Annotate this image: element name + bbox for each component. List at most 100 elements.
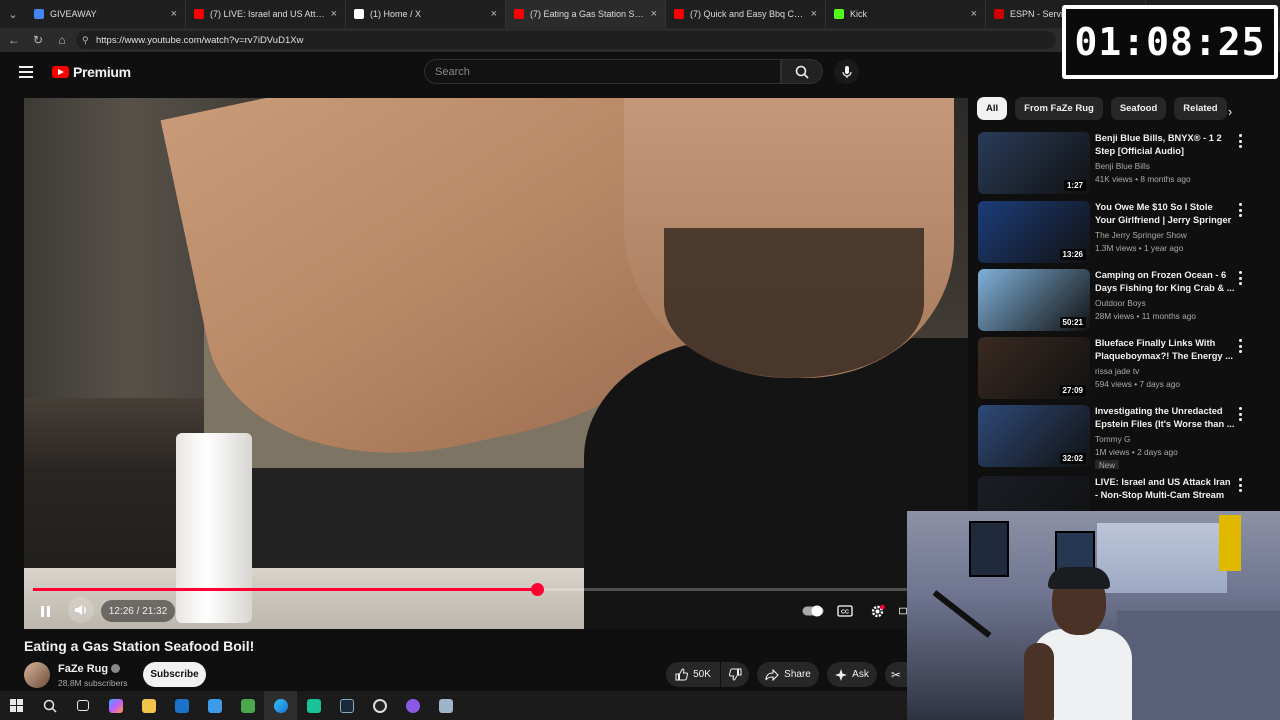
voice-search-button[interactable]	[834, 59, 859, 84]
recommended-video[interactable]: 50:21 Camping on Frozen Ocean - 6 Days Fi…	[978, 269, 1278, 333]
video-thumbnail[interactable]	[978, 476, 1090, 511]
tab-close-icon[interactable]: ×	[331, 8, 337, 20]
taskbar-app-edge[interactable]	[264, 691, 297, 720]
youtube-logo[interactable]: Premium	[52, 64, 131, 80]
tab-close-icon[interactable]: ×	[491, 8, 497, 20]
taskbar-search-button[interactable]	[33, 691, 66, 720]
start-button[interactable]	[0, 691, 33, 720]
browser-tab[interactable]: (1) Home / X ×	[346, 0, 506, 28]
browser-tab[interactable]: (7) LIVE: Israel and US Attack Iran ×	[186, 0, 346, 28]
volume-button[interactable]	[68, 597, 94, 623]
taskbar-app-chat[interactable]	[297, 691, 330, 720]
recommended-video[interactable]: 13:26 You Owe Me $10 So I Stole Your Girl…	[978, 201, 1278, 265]
filter-chip[interactable]: All	[977, 97, 1008, 120]
tab-close-icon[interactable]: ×	[651, 8, 657, 20]
subscribe-button[interactable]: Subscribe	[143, 662, 206, 687]
more-actions-icon[interactable]	[1236, 407, 1244, 421]
video-frame-lower-cabinets	[184, 468, 644, 578]
autoplay-toggle[interactable]	[801, 600, 825, 622]
tab-favicon-icon	[514, 9, 524, 19]
sparkle-icon	[835, 668, 848, 681]
notepad-icon	[438, 698, 453, 713]
chevron-right-icon[interactable]: ›	[1222, 104, 1238, 120]
more-actions-icon[interactable]	[1236, 203, 1244, 217]
video-channel[interactable]: Outdoor Boys	[1095, 298, 1146, 308]
more-actions-icon[interactable]	[1236, 339, 1244, 353]
video-title[interactable]: Camping on Frozen Ocean - 6 Days Fishing…	[1095, 269, 1235, 295]
tab-close-icon[interactable]: ×	[171, 8, 177, 20]
more-actions-icon[interactable]	[1236, 134, 1244, 148]
video-thumbnail[interactable]: 1:27	[978, 132, 1090, 194]
windows-icon	[10, 699, 23, 712]
search-button[interactable]	[781, 59, 823, 84]
browser-tab[interactable]: (7) Eating a Gas Station Seafo ×	[506, 0, 666, 28]
gear-icon	[871, 604, 885, 617]
settings-button[interactable]	[866, 600, 888, 622]
taskbar-app-store[interactable]	[198, 691, 231, 720]
miniplayer-button[interactable]	[899, 600, 907, 622]
video-title[interactable]: Benji Blue Bills, BNYX® - 1 2 Step [Offi…	[1095, 132, 1235, 158]
tab-list-chevron-icon[interactable]: ⌄	[0, 0, 26, 28]
captions-button[interactable]: CC	[834, 600, 856, 622]
tab-close-icon[interactable]: ×	[811, 8, 817, 20]
folder-icon	[141, 698, 156, 713]
pause-button[interactable]	[34, 600, 56, 622]
more-actions-icon[interactable]	[1236, 271, 1244, 285]
video-title[interactable]: LIVE: Israel and US Attack Iran - Non-St…	[1095, 476, 1235, 502]
video-meta: 41K views • 8 months ago	[1095, 174, 1191, 184]
video-player[interactable]	[24, 98, 968, 629]
video-channel[interactable]: Tommy G	[1095, 434, 1131, 444]
recommended-video[interactable]: 27:09 Blueface Finally Links With Plaqueb…	[978, 337, 1278, 401]
taskbar-app-obs[interactable]	[363, 691, 396, 720]
taskbar-app-xbox[interactable]	[231, 691, 264, 720]
browser-tab[interactable]: (7) Quick and Easy Bbq Crabs on ×	[666, 0, 826, 28]
video-thumbnail[interactable]: 32:02	[978, 405, 1090, 467]
video-title[interactable]: Blueface Finally Links With Plaqueboymax…	[1095, 337, 1235, 363]
ask-button[interactable]: Ask	[827, 662, 877, 687]
site-info-icon[interactable]: ⚲	[82, 35, 89, 46]
video-thumbnail[interactable]: 27:09	[978, 337, 1090, 399]
menu-icon[interactable]	[19, 66, 33, 78]
browser-tab[interactable]: GIVEAWAY ×	[26, 0, 186, 28]
taskbar-app-file-explorer[interactable]	[132, 691, 165, 720]
taskbar-app-outlook[interactable]	[165, 691, 198, 720]
taskbar-app-notepad[interactable]	[429, 691, 462, 720]
video-channel[interactable]: The Jerry Springer Show	[1095, 230, 1187, 240]
taskbar-app-copilot[interactable]	[99, 691, 132, 720]
video-channel[interactable]: Benji Blue Bills	[1095, 161, 1150, 171]
recommended-video[interactable]: 32:02 Investigating the Unredacted Epstei…	[978, 405, 1278, 469]
video-thumbnail[interactable]: 50:21	[978, 269, 1090, 331]
video-channel[interactable]: rissa jade tv	[1095, 366, 1139, 376]
search-input[interactable]: Search	[424, 59, 781, 84]
browser-tab[interactable]: Kick ×	[826, 0, 986, 28]
tab-close-icon[interactable]: ×	[971, 8, 977, 20]
channel-avatar[interactable]	[24, 662, 50, 688]
home-icon[interactable]: ⌂	[50, 33, 74, 47]
xbox-icon	[240, 698, 255, 713]
filter-chip[interactable]: From FaZe Rug	[1015, 97, 1103, 120]
subscriber-count: 28.8M subscribers	[58, 678, 128, 688]
video-thumbnail[interactable]: 13:26	[978, 201, 1090, 263]
reload-icon[interactable]: ↻	[26, 33, 50, 47]
url-field[interactable]: ⚲ https://www.youtube.com/watch?v=rv7iDV…	[76, 31, 1056, 49]
recommended-video[interactable]: LIVE: Israel and US Attack Iran - Non-St…	[978, 476, 1278, 511]
more-actions-icon[interactable]	[1236, 478, 1244, 492]
video-title[interactable]: Investigating the Unredacted Epstein Fil…	[1095, 405, 1235, 431]
back-icon[interactable]: ←	[2, 33, 26, 47]
filter-chip[interactable]: Related	[1174, 97, 1227, 120]
seek-bar[interactable]	[33, 583, 907, 596]
dislike-button[interactable]	[721, 662, 749, 687]
task-view-button[interactable]	[66, 691, 99, 720]
outlook-icon	[174, 698, 189, 713]
channel-name[interactable]: FaZe Rug	[58, 663, 121, 675]
recommended-video[interactable]: 1:27 Benji Blue Bills, BNYX® - 1 2 Step […	[978, 132, 1278, 196]
clip-button[interactable]: ✂	[885, 662, 907, 687]
video-title[interactable]: You Owe Me $10 So I Stole Your Girlfrien…	[1095, 201, 1235, 228]
video-duration: 27:09	[1059, 385, 1086, 396]
tab-favicon-icon	[674, 9, 684, 19]
share-button[interactable]: Share	[757, 662, 819, 687]
filter-chip[interactable]: Seafood	[1110, 97, 1167, 120]
like-button[interactable]: 50K	[666, 662, 720, 687]
taskbar-app-discord[interactable]	[396, 691, 429, 720]
taskbar-app-steam[interactable]	[330, 691, 363, 720]
